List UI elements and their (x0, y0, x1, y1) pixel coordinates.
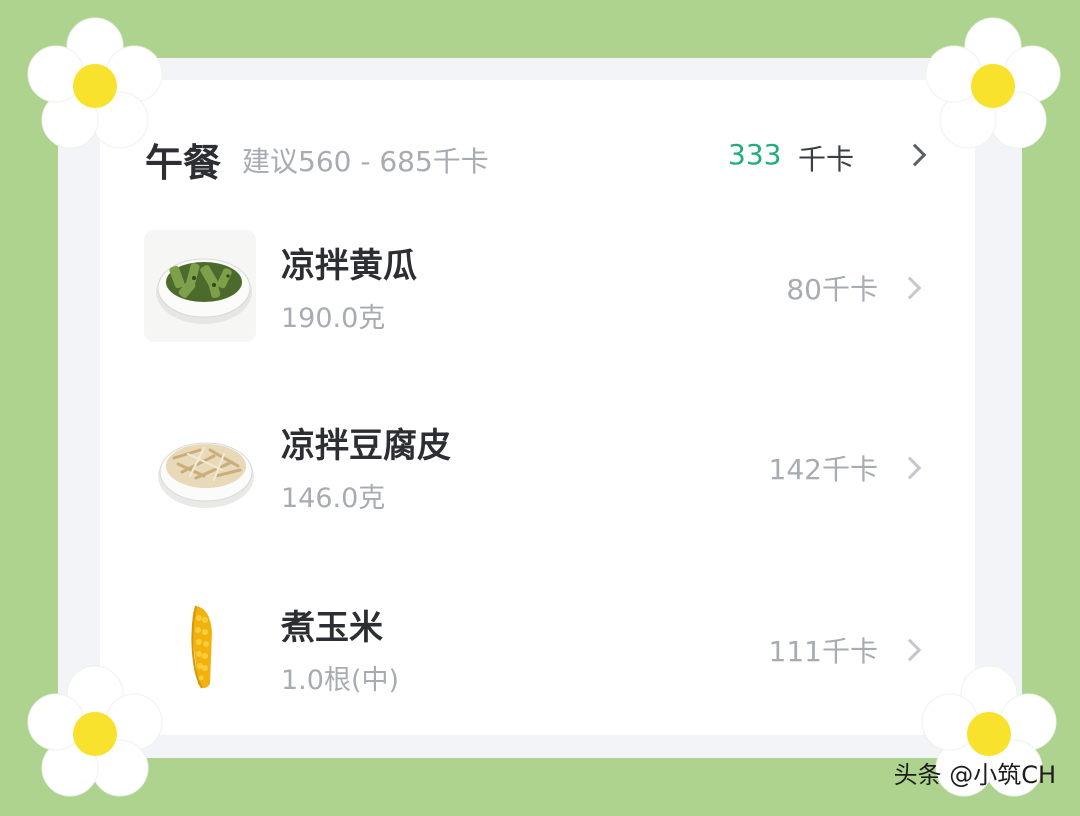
cucumber-salad-icon (144, 230, 256, 342)
food-quantity: 1.0根(中) (281, 665, 400, 696)
food-item-cucumber[interactable]: 凉拌黄瓜 190.0克 80千卡 (140, 230, 940, 350)
chevron-right-icon[interactable] (898, 276, 922, 300)
food-quantity: 190.0克 (281, 303, 386, 334)
food-calories: 80千卡 (786, 273, 878, 306)
food-calories: 142千卡 (768, 453, 878, 486)
flower-icon (27, 17, 163, 149)
tofu-skin-salad-icon (144, 410, 256, 522)
food-item-corn[interactable]: 煮玉米 1.0根(中) 111千卡 (140, 592, 940, 712)
meal-suggestion: 建议560 - 685千卡 (242, 145, 489, 178)
food-calories: 111千卡 (768, 635, 878, 668)
food-name: 凉拌豆腐皮 (281, 426, 451, 466)
chevron-right-icon[interactable] (898, 638, 922, 662)
flower-icon (925, 17, 1061, 149)
flower-icon (27, 665, 163, 797)
food-name: 凉拌黄瓜 (281, 246, 417, 286)
food-item-tofu-skin[interactable]: 凉拌豆腐皮 146.0克 142千卡 (140, 410, 940, 530)
food-quantity: 146.0克 (281, 483, 386, 514)
food-name: 煮玉米 (281, 608, 383, 648)
meal-total-calories: 333 (728, 138, 782, 171)
watermark: 头条 @小筑CH (893, 761, 1056, 789)
chevron-right-icon[interactable] (898, 456, 922, 480)
meal-total-unit: 千卡 (798, 143, 855, 176)
meal-header[interactable]: 午餐 建议560 - 685千卡 333 千卡 (145, 128, 935, 185)
